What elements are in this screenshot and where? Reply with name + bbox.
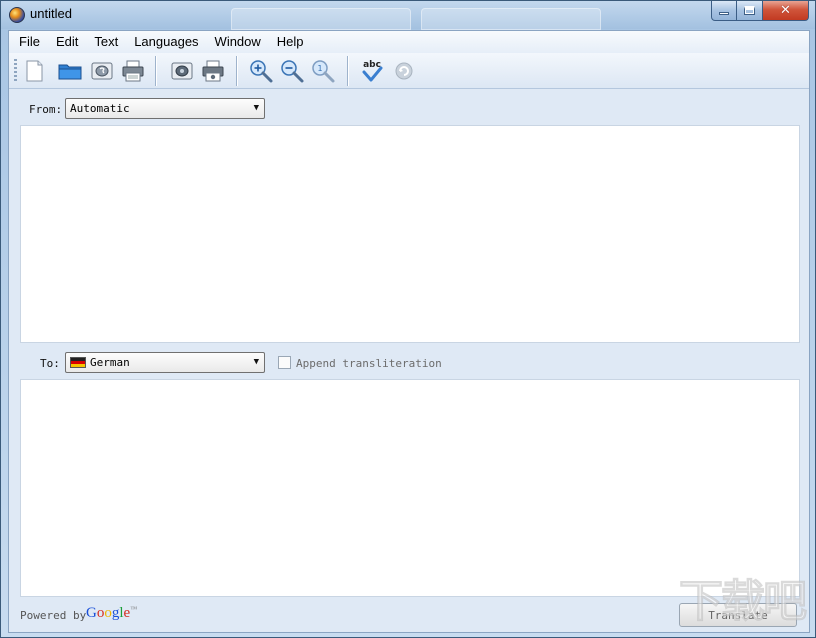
target-language-row: To: German ▼ Append transliteration xyxy=(9,349,809,377)
target-language-value: German xyxy=(90,356,130,369)
minimize-icon xyxy=(719,12,729,15)
spellcheck-button[interactable]: abc xyxy=(360,58,386,84)
menu-help[interactable]: Help xyxy=(269,31,312,53)
google-logo: Google™ xyxy=(86,605,137,622)
speak-icon xyxy=(91,62,113,80)
google-trademark: ™ xyxy=(130,605,138,613)
toolbar: 1 abc xyxy=(9,53,809,89)
speak-button[interactable] xyxy=(89,58,115,84)
zoom-in-icon xyxy=(250,60,273,83)
app-window: untitled ✕ File Edit Text Languages Wind… xyxy=(0,0,816,638)
menu-bar: File Edit Text Languages Window Help xyxy=(9,31,809,53)
new-document-icon xyxy=(26,60,43,82)
zoom-reset-button[interactable]: 1 xyxy=(310,58,336,84)
menu-languages[interactable]: Languages xyxy=(126,31,206,53)
refresh-button[interactable] xyxy=(391,58,417,84)
watermark-logo: 下载吧 xyxy=(679,576,808,628)
toolbar-grip[interactable] xyxy=(14,59,17,83)
zoom-out-button[interactable] xyxy=(279,58,305,84)
print-translation-button[interactable] xyxy=(200,58,226,84)
source-language-label: From: xyxy=(29,103,63,116)
menu-edit[interactable]: Edit xyxy=(48,31,86,53)
app-icon xyxy=(9,7,25,23)
toolbar-separator xyxy=(155,56,157,86)
append-transliteration-checkbox[interactable] xyxy=(278,356,291,369)
target-language-label: To: xyxy=(40,357,60,370)
powered-by-label: Powered by xyxy=(20,609,87,622)
menu-file[interactable]: File xyxy=(11,31,48,53)
print-button[interactable] xyxy=(120,58,146,84)
google-logo-text: Google xyxy=(86,605,131,621)
source-language-value: Automatic xyxy=(70,102,130,115)
open-folder-icon xyxy=(58,64,82,80)
speak-translation-button[interactable] xyxy=(169,58,195,84)
svg-text:1: 1 xyxy=(317,64,322,73)
source-language-select[interactable]: Automatic ▼ xyxy=(65,98,265,119)
source-text-area[interactable] xyxy=(20,125,800,343)
print-translation-icon xyxy=(202,60,224,82)
chevron-down-icon: ▼ xyxy=(253,103,259,113)
close-button[interactable]: ✕ xyxy=(763,1,809,21)
menu-window[interactable]: Window xyxy=(207,31,269,53)
title-bar[interactable]: untitled ✕ xyxy=(1,1,815,30)
spellcheck-icon: abc xyxy=(362,60,383,82)
minimize-button[interactable] xyxy=(711,1,737,21)
menu-text[interactable]: Text xyxy=(86,31,126,53)
refresh-icon xyxy=(395,62,413,80)
append-transliteration-label: Append transliteration xyxy=(296,357,442,370)
maximize-icon xyxy=(744,6,755,15)
chevron-down-icon: ▼ xyxy=(253,357,259,367)
new-document-button[interactable] xyxy=(21,58,47,84)
window-title: untitled xyxy=(30,6,72,21)
zoom-reset-icon: 1 xyxy=(312,60,335,83)
background-tab xyxy=(231,8,411,30)
maximize-button[interactable] xyxy=(737,1,763,21)
window-controls: ✕ xyxy=(711,1,809,21)
target-language-select[interactable]: German ▼ xyxy=(65,352,265,373)
client-area: File Edit Text Languages Window Help 1 a… xyxy=(8,30,810,633)
background-tab xyxy=(421,8,601,30)
close-icon: ✕ xyxy=(780,3,791,18)
toolbar-separator xyxy=(236,56,238,86)
zoom-out-icon xyxy=(281,60,304,83)
toolbar-separator xyxy=(347,56,349,86)
speak-translation-icon xyxy=(171,62,193,80)
zoom-in-button[interactable] xyxy=(248,58,274,84)
spellcheck-text: abc xyxy=(363,60,381,70)
source-language-row: From: Automatic ▼ xyxy=(9,95,809,123)
germany-flag-icon xyxy=(70,357,86,368)
print-icon xyxy=(122,60,144,82)
open-folder-button[interactable] xyxy=(57,58,83,84)
